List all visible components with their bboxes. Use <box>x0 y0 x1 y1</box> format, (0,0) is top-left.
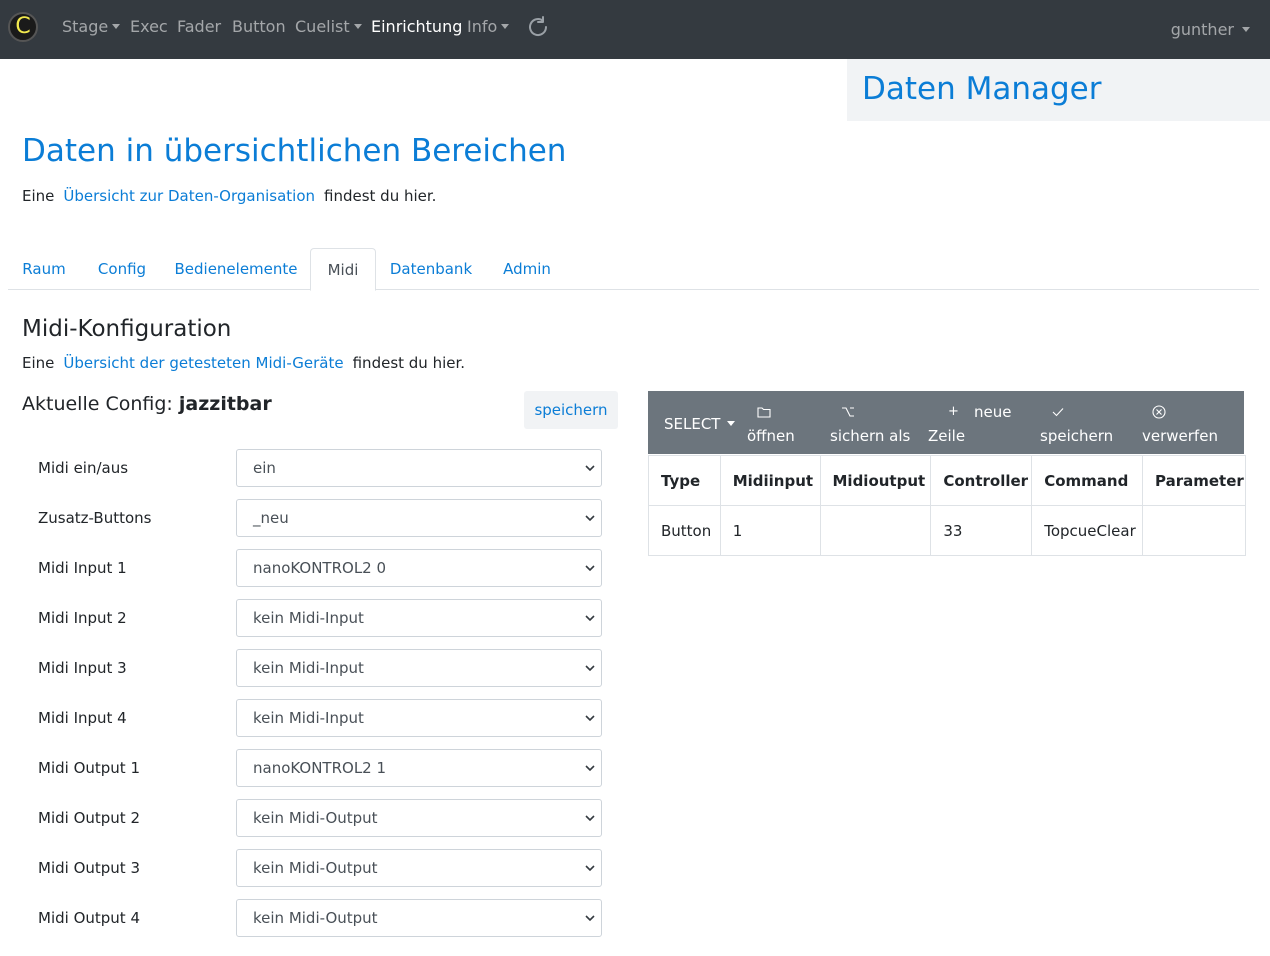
midi-input-1-select[interactable]: nanoKONTROL2 0 <box>236 549 602 587</box>
midi-devices-link[interactable]: Übersicht der getesteten Midi-Geräte <box>63 354 343 372</box>
select-dropdown[interactable]: SELECT <box>664 415 736 433</box>
row-label: Midi Input 2 <box>38 609 127 627</box>
intro-text: Eine Übersicht zur Daten-Organisation find… <box>22 187 437 205</box>
midi-input-4-select[interactable]: kein Midi-Input <box>236 699 602 737</box>
top-navbar: C Stage Exec Fader Button Cuelist Einric… <box>0 0 1270 59</box>
tab-datenbank[interactable]: Datenbank <box>382 248 480 290</box>
caret-down-icon <box>112 24 121 29</box>
column-header[interactable]: Parameter <box>1142 455 1246 506</box>
row-label: Midi Output 2 <box>38 809 140 827</box>
column-header[interactable]: Midiinput <box>719 455 821 506</box>
table-cell[interactable]: 33 <box>930 505 1033 556</box>
column-header[interactable]: Command <box>1031 455 1143 506</box>
table-header-row: Type Midiinput Midioutput Controller Com… <box>648 455 1246 506</box>
table-cell[interactable]: 1 <box>719 505 821 556</box>
plus-icon: + <box>948 404 959 419</box>
new-row-button[interactable]: neue <box>974 403 1011 421</box>
nav-einrichtung[interactable]: Einrichtung <box>371 17 462 36</box>
caret-down-icon <box>501 24 510 29</box>
header-box: Daten Manager <box>847 59 1270 121</box>
chevron-down-icon <box>585 765 595 772</box>
midi-on-off-select[interactable]: ein <box>236 449 602 487</box>
row-label: Midi ein/aus <box>38 459 129 477</box>
page-title: Daten Manager <box>862 71 1102 107</box>
discard-button[interactable]: verwerfen <box>1142 427 1218 445</box>
row-label: Zusatz-Buttons <box>38 509 152 527</box>
column-header[interactable]: Controller <box>930 455 1033 506</box>
table-cell[interactable] <box>819 505 932 556</box>
table-row[interactable]: Button 1 33 TopcueClear <box>648 505 1246 556</box>
midi-input-3-select[interactable]: kein Midi-Input <box>236 649 602 687</box>
table-cell[interactable]: Button <box>648 505 721 556</box>
row-label: Midi Output 4 <box>38 909 140 927</box>
new-row-button-line2[interactable]: Zeile <box>928 427 965 445</box>
caret-down-icon <box>727 421 736 426</box>
nav-fader[interactable]: Fader <box>177 17 221 36</box>
folder-icon <box>757 407 771 418</box>
table-cell[interactable]: TopcueClear <box>1031 505 1143 556</box>
table-toolbar: SELECT öffnen sichern als + neue Zeile s… <box>648 391 1244 454</box>
chevron-down-icon <box>585 565 595 572</box>
row-label: Midi Output 3 <box>38 859 140 877</box>
chevron-down-icon <box>585 465 595 472</box>
midi-output-2-select[interactable]: kein Midi-Output <box>236 799 602 837</box>
main-heading: Daten in übersichtlichen Bereichen <box>22 133 567 169</box>
option-icon <box>842 407 854 417</box>
chevron-down-icon <box>585 915 595 922</box>
row-label: Midi Input 3 <box>38 659 127 677</box>
save-as-button[interactable]: sichern als <box>830 427 910 445</box>
chevron-down-icon <box>585 865 595 872</box>
midi-heading: Midi-Konfiguration <box>22 316 232 342</box>
chevron-down-icon <box>585 815 595 822</box>
save-table-button[interactable]: speichern <box>1040 427 1113 445</box>
open-button[interactable]: öffnen <box>747 427 795 445</box>
tab-config[interactable]: Config <box>86 248 158 290</box>
midi-intro-text: Eine Übersicht der getesteten Midi-Geräte… <box>22 354 466 372</box>
current-config: Aktuelle Config: jazzitbar <box>22 393 272 415</box>
chevron-down-icon <box>585 615 595 622</box>
user-menu[interactable]: gunther <box>1171 20 1250 39</box>
tab-bar: Raum Config Bedienelemente Midi Datenban… <box>8 248 1259 291</box>
midi-input-2-select[interactable]: kein Midi-Input <box>236 599 602 637</box>
chevron-down-icon <box>585 715 595 722</box>
midi-output-3-select[interactable]: kein Midi-Output <box>236 849 602 887</box>
midi-table: Type Midiinput Midioutput Controller Com… <box>648 455 1246 556</box>
nav-button[interactable]: Button <box>232 17 286 36</box>
close-circle-icon <box>1152 405 1166 419</box>
nav-exec[interactable]: Exec <box>130 17 168 36</box>
nav-info[interactable]: Info <box>467 17 510 36</box>
nav-cuelist[interactable]: Cuelist <box>295 17 362 36</box>
config-name: jazzitbar <box>178 393 272 415</box>
chevron-down-icon <box>585 665 595 672</box>
chevron-down-icon <box>585 515 595 522</box>
data-organisation-link[interactable]: Übersicht zur Daten-Organisation <box>63 187 315 205</box>
check-icon <box>1052 408 1064 417</box>
column-header[interactable]: Type <box>648 455 721 506</box>
row-label: Midi Output 1 <box>38 759 140 777</box>
tab-midi[interactable]: Midi <box>310 248 376 291</box>
nav-stage[interactable]: Stage <box>62 17 121 36</box>
caret-down-icon <box>1242 27 1250 32</box>
row-label: Midi Input 4 <box>38 709 127 727</box>
column-header[interactable]: Midioutput <box>819 455 932 506</box>
midi-output-1-select[interactable]: nanoKONTROL2 1 <box>236 749 602 787</box>
tab-admin[interactable]: Admin <box>492 248 562 290</box>
tab-bedienelemente[interactable]: Bedienelemente <box>168 248 304 290</box>
brand-logo[interactable]: C <box>8 12 38 42</box>
save-config-button[interactable]: speichern <box>524 391 618 429</box>
refresh-icon[interactable] <box>526 15 550 39</box>
extra-buttons-select[interactable]: _neu <box>236 499 602 537</box>
caret-down-icon <box>353 24 362 29</box>
midi-output-4-select[interactable]: kein Midi-Output <box>236 899 602 937</box>
table-cell[interactable] <box>1142 505 1246 556</box>
tab-raum[interactable]: Raum <box>8 248 80 290</box>
row-label: Midi Input 1 <box>38 559 127 577</box>
